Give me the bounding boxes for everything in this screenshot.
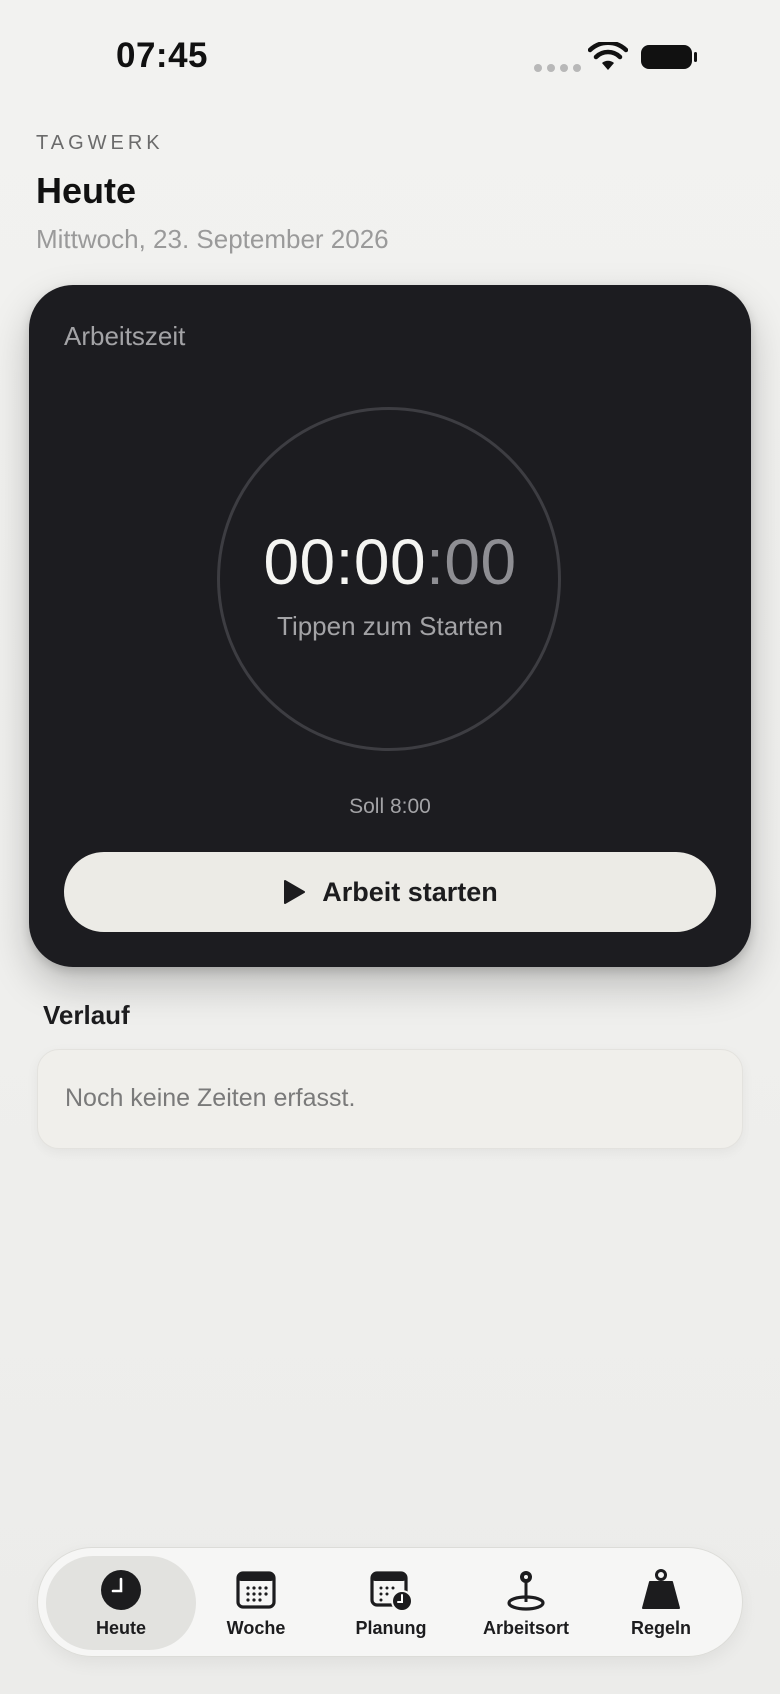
wifi-icon <box>588 42 628 70</box>
tab-woche[interactable]: Woche <box>181 1556 331 1650</box>
start-work-button[interactable]: Arbeit starten <box>64 852 716 932</box>
start-work-label: Arbeit starten <box>322 876 498 907</box>
clock-icon <box>101 1569 141 1610</box>
tab-arbeitsort[interactable]: Arbeitsort <box>451 1556 601 1650</box>
app-name: TAGWERK <box>36 132 164 154</box>
tab-label: Heute <box>95 1617 146 1638</box>
battery-icon <box>641 45 697 69</box>
tab-planung[interactable]: Planung <box>316 1556 466 1650</box>
status-bar: 07:45 <box>0 0 780 110</box>
timer-seconds: :00 <box>426 526 517 598</box>
location-pin-icon <box>507 1570 545 1611</box>
calendar-clock-icon <box>370 1570 413 1612</box>
weight-icon <box>642 1568 680 1609</box>
timer-card: Arbeitszeit 00:00:00 Tippen zum Starten … <box>29 285 751 967</box>
history-list: Noch keine Zeiten erfasst. <box>37 1049 743 1149</box>
tab-heute[interactable]: Heute <box>46 1556 196 1650</box>
timer-text-group: 00:00:00 Tippen zum Starten <box>29 407 751 751</box>
tab-bar: Heute Woche Planung Arbeitsort Regeln <box>37 1547 743 1657</box>
tab-regeln[interactable]: Regeln <box>586 1556 736 1650</box>
timer-hours-minutes: 00:00 <box>263 526 427 598</box>
card-label: Arbeitszeit <box>64 321 186 351</box>
page-date: Mittwoch, 23. September 2026 <box>36 224 389 254</box>
tab-label: Arbeitsort <box>482 1617 569 1638</box>
tab-label: Woche <box>226 1617 286 1638</box>
play-icon <box>284 880 306 904</box>
history-title: Verlauf <box>43 1000 130 1030</box>
signal-icon <box>534 64 581 72</box>
page-title: Heute <box>36 170 137 211</box>
timer-hint: Tippen zum Starten <box>277 611 503 641</box>
status-time: 07:45 <box>116 36 209 75</box>
timer-display: 00:00:00 <box>29 525 751 599</box>
calendar-icon <box>236 1570 276 1609</box>
target-hours: Soll 8:00 <box>349 795 431 818</box>
tab-label: Planung <box>355 1617 427 1638</box>
tab-label: Regeln <box>630 1617 691 1638</box>
history-empty-message: Noch keine Zeiten erfasst. <box>65 1084 356 1112</box>
